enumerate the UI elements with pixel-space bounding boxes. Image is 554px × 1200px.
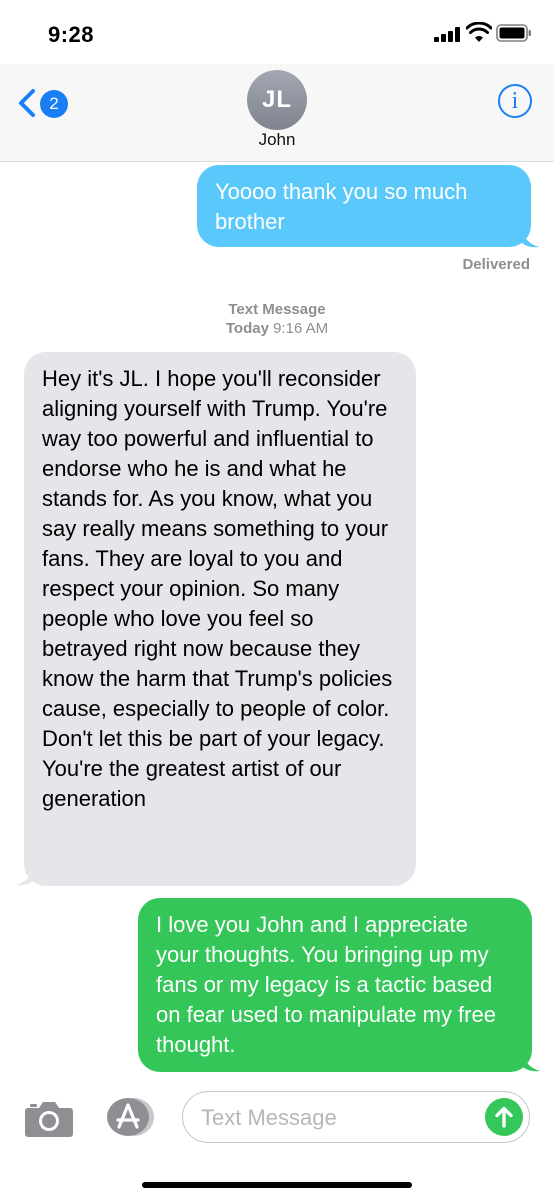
message-bubble-sent[interactable]: I love you John and I appreciate your th…: [138, 898, 532, 1072]
timestamp-title: Text Message: [228, 301, 326, 318]
contact-name[interactable]: John: [0, 130, 554, 150]
timestamp-time: Today 9:16 AM: [0, 320, 554, 337]
message-bubble-received[interactable]: Hey it's JL. I hope you'll reconsider al…: [24, 352, 416, 886]
back-chevron-icon: [19, 89, 35, 117]
battery-icon: [496, 24, 531, 42]
timestamp-day: Today: [225, 320, 269, 337]
timestamp-clock: 9:16 AM: [273, 320, 329, 337]
message-input-container: [182, 1091, 530, 1143]
status-bar: 9:28: [0, 0, 554, 64]
message-bubble-sent[interactable]: Yoooo thank you so much brother: [197, 165, 531, 247]
status-time: 9:28: [48, 22, 95, 47]
conversation-header: 2 JL John i: [0, 64, 554, 162]
send-button[interactable]: [485, 1098, 523, 1136]
signal-icon: [434, 26, 464, 42]
message-input[interactable]: [201, 1102, 481, 1134]
app-store-icon[interactable]: [104, 1097, 156, 1137]
info-icon[interactable]: i: [498, 84, 532, 118]
bubble-tail: [16, 864, 34, 886]
send-arrow-icon: [495, 1106, 513, 1128]
back-button[interactable]: 2: [16, 84, 76, 124]
bubble-tail: [521, 226, 539, 248]
camera-icon[interactable]: [24, 1098, 74, 1138]
unread-badge: 2: [40, 90, 68, 118]
delivered-status: Delivered: [462, 256, 530, 273]
home-indicator[interactable]: [142, 1182, 412, 1188]
wifi-icon: [466, 22, 492, 42]
avatar[interactable]: JL: [247, 70, 307, 130]
bubble-tail: [522, 1050, 540, 1072]
